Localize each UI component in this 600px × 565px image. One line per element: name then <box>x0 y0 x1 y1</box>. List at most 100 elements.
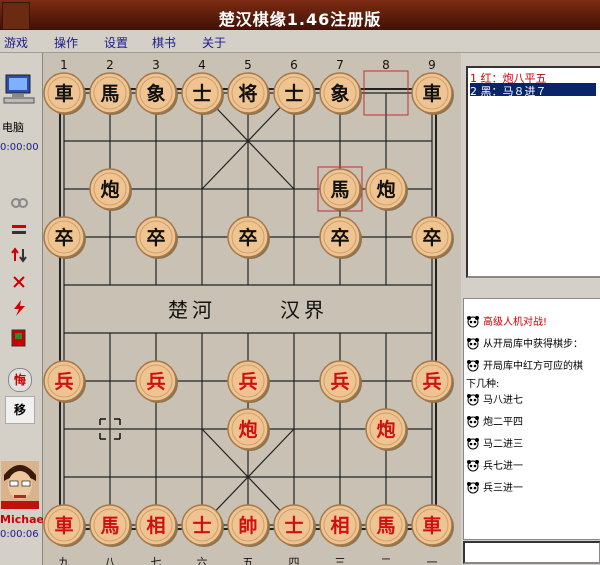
svg-text:将: 将 <box>238 82 257 105</box>
svg-text:馬: 馬 <box>330 179 349 201</box>
svg-text:炮: 炮 <box>376 418 395 441</box>
move-list[interactable]: 1 红：炮八平五 2 黑：马８进７ <box>466 66 600 278</box>
svg-text:帥: 帥 <box>238 514 257 537</box>
file-number-top: 2 <box>106 58 114 72</box>
file-number-bottom: 五 <box>243 556 254 565</box>
chat-line: 兵七进一 <box>466 457 523 472</box>
chat-line: 高级人机对战! <box>466 313 547 328</box>
river-left-text: 楚河 <box>168 298 216 322</box>
menu-operate[interactable]: 操作 <box>54 34 78 51</box>
file-number-top: 7 <box>336 58 344 72</box>
chat-input[interactable] <box>463 541 600 564</box>
chat-text: 高级人机对战! <box>483 317 548 328</box>
panda-icon <box>466 460 481 472</box>
file-number-bottom: 三 <box>335 556 346 565</box>
file-number-top: 5 <box>244 58 252 72</box>
move-text: 2 黑：马８进７ <box>470 85 547 98</box>
menu-game[interactable]: 游戏 <box>4 34 28 51</box>
avatar <box>1 461 39 509</box>
panda-icon <box>466 338 481 350</box>
svg-text:兵: 兵 <box>146 371 165 393</box>
menu-chessbook[interactable]: 棋书 <box>152 34 176 51</box>
file-number-bottom: 二 <box>381 556 392 565</box>
board-background <box>43 53 461 565</box>
chess-board[interactable]: 楚河 汉界 1 2 3 4 5 6 7 8 9 九八七六五四三二一車馬象士将士象車炮馬炮卒卒卒卒卒兵兵… <box>43 53 461 565</box>
message-panel: 高级人机对战! 从开局库中获得棋步： 开局库中红方可应的棋下几种: 马八进七炮二平四马… <box>463 298 600 540</box>
svg-text:卒: 卒 <box>54 226 73 249</box>
svg-text:馬: 馬 <box>100 83 119 105</box>
left-panel: 电脑 0:00:00 悔 移 Michae 0:00:06 <box>0 53 44 565</box>
svg-text:士: 士 <box>284 83 303 105</box>
file-number-bottom: 六 <box>197 556 208 565</box>
chat-text: 开局库中红方可应的棋 <box>483 361 583 372</box>
resign-icon[interactable] <box>10 273 30 289</box>
file-number-bottom: 九 <box>59 556 70 565</box>
chat-line: 马八进七 <box>466 391 523 406</box>
menu-bar: 游戏 操作 设置 棋书 关于 <box>0 30 600 53</box>
file-number-top: 3 <box>152 58 160 72</box>
svg-text:士: 士 <box>284 515 303 537</box>
bottom-player-name: Michae <box>0 513 44 526</box>
file-number-top: 6 <box>290 58 298 72</box>
svg-text:士: 士 <box>192 83 211 105</box>
panda-icon <box>466 316 481 328</box>
undo-button[interactable]: 悔 <box>8 368 32 392</box>
svg-text:卒: 卒 <box>146 226 165 249</box>
svg-text:車: 車 <box>422 82 441 105</box>
chat-line: 炮二平四 <box>466 413 523 428</box>
svg-text:炮: 炮 <box>376 178 395 201</box>
svg-text:兵: 兵 <box>238 371 257 393</box>
river-right-text: 汉界 <box>280 298 328 322</box>
svg-text:兵: 兵 <box>330 371 349 393</box>
book-icon[interactable] <box>11 329 27 347</box>
top-player-timer: 0:00:00 <box>0 142 39 153</box>
file-number-bottom: 七 <box>151 556 162 565</box>
link-icon[interactable] <box>10 195 30 211</box>
svg-text:卒: 卒 <box>422 226 441 249</box>
chat-line: 开局库中红方可应的棋 <box>466 357 583 372</box>
chat-text: 炮二平四 <box>483 417 523 428</box>
chat-line: 马二进三 <box>466 435 523 450</box>
move-button[interactable]: 移 <box>5 396 35 424</box>
svg-text:炮: 炮 <box>238 418 257 441</box>
chat-text: 下几种: <box>466 379 500 390</box>
file-number-top: 9 <box>428 58 436 72</box>
svg-text:士: 士 <box>192 515 211 537</box>
menu-about[interactable]: 关于 <box>202 34 226 51</box>
svg-text:車: 車 <box>54 514 73 537</box>
board-grid[interactable]: 楚河 汉界1 2 3 4 5 6 7 8 9九八七六五四三二一車馬象士将士象車炮馬炮卒卒卒卒卒兵兵… <box>43 53 461 565</box>
top-player-label: 电脑 <box>2 121 24 134</box>
chat-line: 从开局库中获得棋步： <box>466 335 583 350</box>
chat-line: 下几种: <box>466 375 499 390</box>
move-row-2[interactable]: 2 黑：马８进７ <box>470 83 596 98</box>
lightning-icon[interactable] <box>10 299 30 317</box>
chat-text: 兵三进一 <box>483 483 523 494</box>
svg-text:卒: 卒 <box>330 226 349 249</box>
panda-icon <box>466 482 481 494</box>
svg-text:相: 相 <box>330 515 349 537</box>
svg-text:卒: 卒 <box>238 226 257 249</box>
file-number-bottom: 八 <box>105 556 116 565</box>
svg-text:馬: 馬 <box>376 515 395 537</box>
draw-offer-icon[interactable] <box>10 221 30 237</box>
panda-icon <box>466 394 481 406</box>
move-row-1[interactable]: 1 红：炮八平五 <box>470 70 596 85</box>
panda-icon <box>466 438 481 450</box>
panda-icon <box>466 360 481 372</box>
chat-text: 马二进三 <box>483 439 523 450</box>
bottom-player-timer: 0:00:06 <box>0 529 39 540</box>
window-title: 楚汉棋缘1.46注册版 <box>218 10 382 29</box>
chat-text: 马八进七 <box>483 395 523 406</box>
panda-icon <box>466 416 481 428</box>
svg-text:車: 車 <box>422 514 441 537</box>
menu-settings[interactable]: 设置 <box>104 34 128 51</box>
svg-text:車: 車 <box>54 82 73 105</box>
file-number-top: 4 <box>198 58 206 72</box>
swap-icon[interactable] <box>10 247 30 263</box>
computer-icon <box>3 74 35 104</box>
svg-text:炮: 炮 <box>100 178 119 201</box>
file-number-top: 1 <box>60 58 68 72</box>
title-bar: 楚汉棋缘1.46注册版 <box>0 0 600 30</box>
file-number-bottom: 四 <box>289 556 300 565</box>
svg-text:象: 象 <box>330 82 349 105</box>
